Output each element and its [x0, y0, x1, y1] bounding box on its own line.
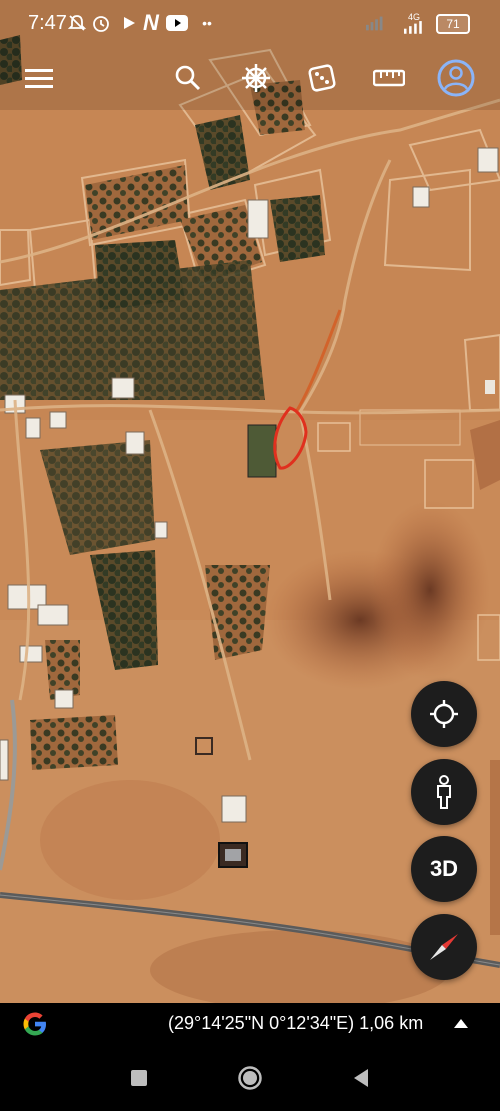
- mute-icon: [66, 12, 88, 34]
- search-icon: [175, 65, 201, 91]
- coordinates-scale-text: (29°14'25"N 0°12'34"E) 1,06 km: [168, 1013, 424, 1033]
- menu-icon: [25, 69, 53, 88]
- ruler-icon: [373, 69, 405, 87]
- home-button[interactable]: [237, 1065, 263, 1091]
- play-icon: [118, 12, 140, 34]
- status-bar: 7:47 N •• 4G 71: [0, 0, 500, 44]
- expand-info-button[interactable]: [452, 1016, 470, 1030]
- voyager-wheel-icon: [242, 64, 270, 92]
- cell-signal-icon: [404, 16, 426, 38]
- search-button[interactable]: [166, 56, 210, 100]
- clock: 7:47: [28, 12, 67, 34]
- 3d-label: 3D: [429, 856, 459, 881]
- menu-button[interactable]: [17, 56, 61, 100]
- feeling-lucky-button[interactable]: [300, 56, 344, 100]
- back-icon: [354, 1069, 368, 1087]
- 3d-toggle-button[interactable]: 3D: [411, 836, 477, 902]
- info-bar: (29°14'25"N 0°12'34"E) 1,06 km: [0, 1003, 500, 1043]
- voyager-button[interactable]: [234, 56, 278, 100]
- measure-button[interactable]: [367, 56, 411, 100]
- google-logo: [23, 1012, 46, 1036]
- recents-button[interactable]: [126, 1065, 152, 1091]
- compass-button[interactable]: [411, 914, 477, 980]
- back-button[interactable]: [348, 1065, 374, 1091]
- account-icon: [437, 59, 475, 97]
- alarm-icon: [90, 12, 112, 34]
- more-dots-icon: ••: [202, 15, 212, 31]
- crosshair-icon: [430, 700, 458, 728]
- pegman-icon: [437, 775, 451, 809]
- netflix-icon: N: [143, 10, 159, 35]
- home-icon: [238, 1066, 262, 1090]
- battery-indicator: 71: [436, 14, 470, 34]
- account-button[interactable]: [434, 56, 478, 100]
- system-nav-bar: [0, 1043, 500, 1111]
- dice-icon: [308, 64, 336, 92]
- my-location-button[interactable]: [411, 681, 477, 747]
- wifi-signal-icon: [366, 12, 388, 34]
- youtube-icon: [166, 12, 188, 34]
- recents-icon: [131, 1070, 147, 1086]
- chevron-up-icon: [454, 1018, 468, 1028]
- compass-icon: [430, 934, 458, 960]
- street-view-button[interactable]: [411, 759, 477, 825]
